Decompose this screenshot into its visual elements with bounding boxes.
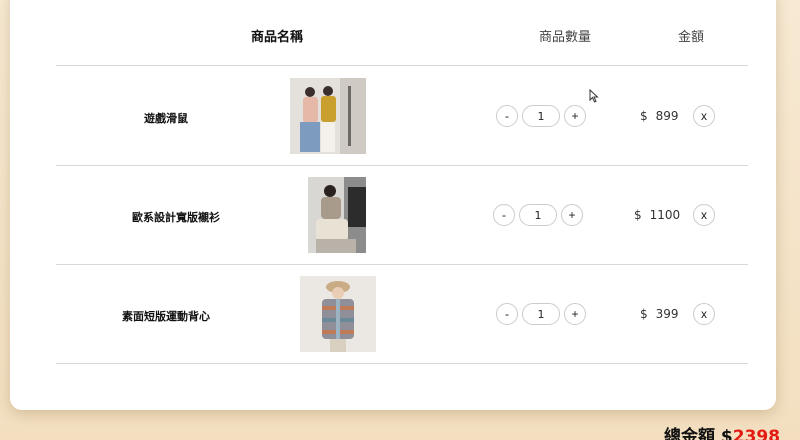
table-row: 素面短版運動背心 - + $399 x xyxy=(56,265,748,364)
mouse-pointer-icon xyxy=(589,89,599,103)
header-quantity: 商品數量 xyxy=(539,30,592,45)
remove-item-button[interactable]: x xyxy=(693,204,715,226)
remove-item-button[interactable]: x xyxy=(693,303,715,325)
quantity-input[interactable] xyxy=(519,204,557,226)
table-row: 遊戲滑鼠 - + $899 x xyxy=(56,67,748,166)
cart-card: 商品名稱 商品數量 金額 遊戲滑鼠 - + $899 x 歐系設計寬版襯衫 xyxy=(10,0,776,410)
product-name: 素面短版運動背心 xyxy=(122,310,210,323)
quantity-input[interactable] xyxy=(522,105,560,127)
total-label: 總金額 xyxy=(664,427,715,440)
increase-quantity-button[interactable]: + xyxy=(564,303,586,325)
price: $399 xyxy=(640,307,679,321)
total-amount: 2398 xyxy=(732,427,781,440)
product-name: 遊戲滑鼠 xyxy=(144,112,188,125)
table-row: 歐系設計寬版襯衫 - + $1100 x xyxy=(56,166,748,265)
increase-quantity-button[interactable]: + xyxy=(564,105,586,127)
increase-quantity-button[interactable]: + xyxy=(561,204,583,226)
decrease-quantity-button[interactable]: - xyxy=(496,303,518,325)
decrease-quantity-button[interactable]: - xyxy=(496,105,518,127)
table-header: 商品名稱 商品數量 金額 xyxy=(56,0,748,66)
product-image[interactable] xyxy=(308,177,366,253)
product-name: 歐系設計寬版襯衫 xyxy=(132,211,220,224)
order-total: 總金額 $2398 xyxy=(664,422,780,440)
total-currency: $ xyxy=(720,427,733,440)
quantity-input[interactable] xyxy=(522,303,560,325)
price: $899 xyxy=(640,109,679,123)
header-amount: 金額 xyxy=(678,30,705,45)
remove-item-button[interactable]: x xyxy=(693,105,715,127)
product-image[interactable] xyxy=(290,78,366,154)
header-product-name: 商品名稱 xyxy=(251,30,304,45)
price: $1100 xyxy=(634,208,681,222)
decrease-quantity-button[interactable]: - xyxy=(493,204,515,226)
product-image[interactable] xyxy=(300,276,376,352)
